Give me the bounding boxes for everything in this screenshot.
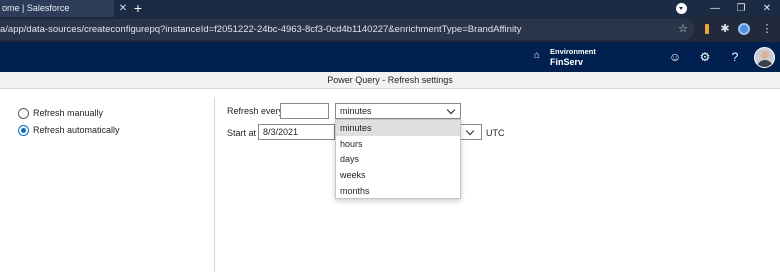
browser-tab[interactable]: ome | Salesforce bbox=[0, 0, 114, 17]
browser-tab-title: ome | Salesforce bbox=[2, 3, 70, 13]
refresh-unit-value: minutes bbox=[340, 106, 372, 116]
refresh-unit-select[interactable]: minutes bbox=[335, 103, 461, 119]
refresh-interval-input[interactable] bbox=[280, 103, 329, 119]
browser-tab-strip: ome | Salesforce ✕ + — ❐ ✕ bbox=[0, 0, 780, 17]
dialog-title: Power Query - Refresh settings bbox=[327, 75, 453, 85]
chevron-down-icon bbox=[465, 126, 475, 136]
app-header: ⌂ Environment FinServ bbox=[0, 42, 780, 72]
puzzle-icon[interactable]: ✱ bbox=[718, 17, 732, 42]
start-date-value: 8/3/2021 bbox=[263, 127, 299, 137]
panel-divider bbox=[214, 97, 215, 272]
start-time-select[interactable] bbox=[459, 124, 482, 140]
gear-icon[interactable]: ⚙ bbox=[697, 42, 713, 72]
minimize-button[interactable]: — bbox=[702, 0, 728, 17]
environment-icon: ⌂ bbox=[533, 50, 541, 61]
window-controls: — ❐ ✕ bbox=[702, 0, 780, 17]
refresh-automatically-radio[interactable] bbox=[18, 125, 29, 136]
unit-option-minutes[interactable]: minutes bbox=[336, 120, 460, 136]
refresh-manually-radio[interactable] bbox=[18, 108, 29, 119]
start-at-label: Start at bbox=[227, 128, 257, 138]
start-date-input[interactable]: 8/3/2021 bbox=[258, 124, 335, 140]
orange-extension-icon[interactable] bbox=[700, 17, 714, 42]
address-bar: a/app/data-sources/createconfigurepq?ins… bbox=[0, 17, 780, 42]
refresh-manually-label[interactable]: Refresh manually bbox=[33, 108, 103, 119]
timezone-label: UTC bbox=[486, 128, 505, 138]
blue-extension-icon[interactable] bbox=[737, 17, 751, 42]
unit-option-days[interactable]: days bbox=[336, 151, 460, 167]
more-vertical-icon[interactable]: ⋮ bbox=[760, 17, 774, 42]
unit-option-weeks[interactable]: weeks bbox=[336, 167, 460, 183]
tab-close-icon[interactable]: ✕ bbox=[117, 0, 129, 17]
url-field[interactable]: a/app/data-sources/createconfigurepq?ins… bbox=[0, 19, 694, 40]
dialog-title-bar: Power Query - Refresh settings bbox=[0, 72, 780, 89]
chevron-down-icon bbox=[446, 105, 456, 115]
help-icon[interactable]: ? bbox=[727, 42, 743, 72]
bookmark-star-icon[interactable]: ☆ bbox=[676, 19, 690, 40]
environment-picker[interactable]: FinServ bbox=[550, 57, 583, 67]
close-window-button[interactable]: ✕ bbox=[754, 0, 780, 17]
refresh-unit-dropdown-list: minutes hours days weeks months bbox=[335, 119, 461, 199]
new-tab-button[interactable]: + bbox=[131, 0, 145, 17]
refresh-automatically-label[interactable]: Refresh automatically bbox=[33, 125, 120, 136]
restore-button[interactable]: ❐ bbox=[728, 0, 754, 17]
environment-label: Environment bbox=[550, 47, 596, 56]
unit-option-hours[interactable]: hours bbox=[336, 136, 460, 152]
avatar[interactable] bbox=[754, 47, 775, 68]
refresh-every-label: Refresh every bbox=[227, 106, 284, 116]
url-text: a/app/data-sources/createconfigurepq?ins… bbox=[0, 24, 522, 35]
profile-icon[interactable] bbox=[676, 3, 687, 14]
smiley-icon[interactable]: ☺ bbox=[667, 42, 683, 72]
unit-option-months[interactable]: months bbox=[336, 183, 460, 199]
